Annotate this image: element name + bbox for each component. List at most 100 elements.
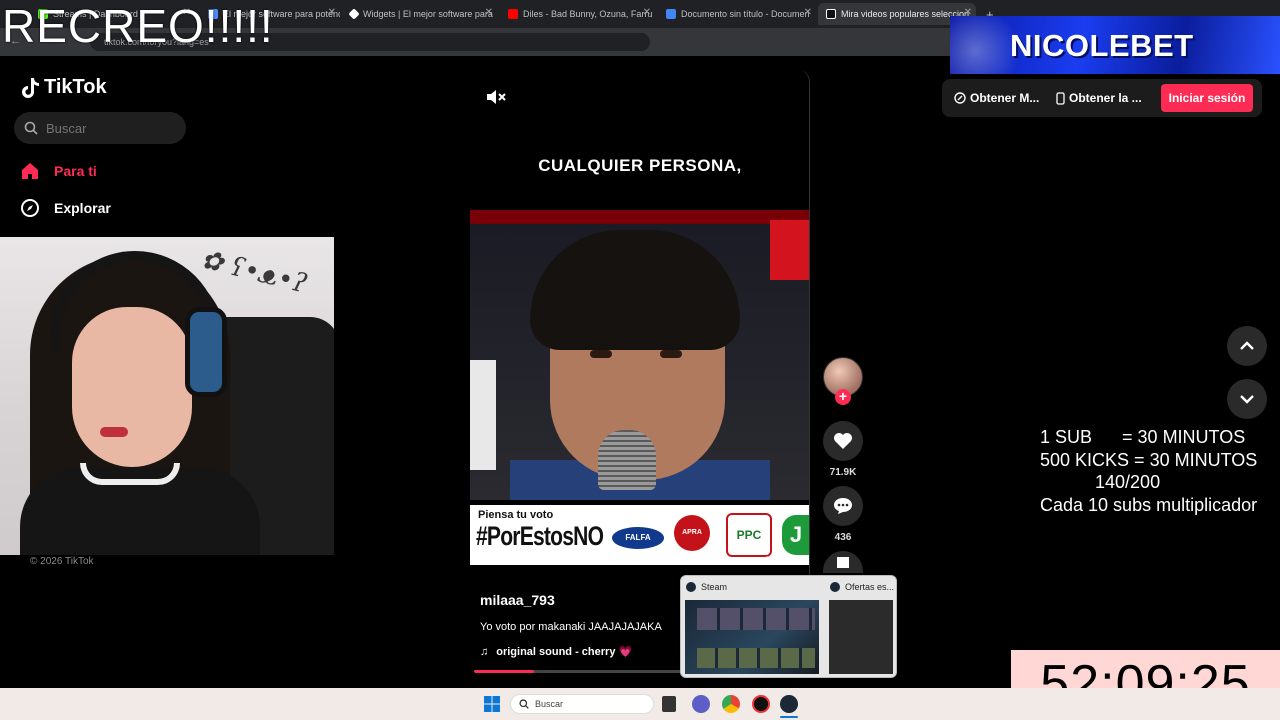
video-sound[interactable]: ♫ original sound - cherry 💗 [480, 645, 633, 659]
comment-button[interactable] [823, 486, 863, 526]
webcam-feed: ✿ ʕ•ᴥ•ʔ [0, 237, 334, 555]
follow-plus-icon[interactable]: + [835, 389, 851, 405]
coin-icon [954, 92, 966, 104]
tab-favicon-icon [348, 8, 360, 20]
get-coins-label: Obtener M... [970, 91, 1040, 105]
video-banner: Piensa tu voto #PorEstosNO FALFA APRA PP… [470, 505, 809, 565]
frame-background [470, 360, 496, 470]
tiktok-wordmark: TikTok [44, 76, 107, 98]
phone-icon [1056, 91, 1065, 105]
sidebar-item-label: Explorar [54, 200, 111, 216]
bookmark-button[interactable] [823, 551, 863, 573]
tiktok-logo[interactable]: TikTok [20, 76, 107, 99]
tab-favicon-icon [826, 9, 836, 19]
comment-icon [834, 498, 852, 514]
speaker-muted-icon [487, 90, 506, 104]
tab-title: Documento sin título - Documen [681, 9, 810, 19]
video-caption: CUALQUIER PERSONA, [538, 156, 742, 175]
obs-icon[interactable] [752, 695, 770, 713]
sponsor-banner: NICOLEBET [950, 16, 1280, 74]
goal-line: Cada 10 subs multiplicador [1040, 494, 1258, 515]
goal-line: 140/200 [1040, 472, 1161, 492]
goal-line: 1 SUB = 30 MINUTOS [1040, 427, 1246, 447]
chevron-up-icon [1240, 341, 1254, 350]
sponsor-text: NICOLEBET [1010, 28, 1194, 63]
comment-count: 436 [834, 532, 852, 543]
tiktok-search[interactable] [14, 112, 186, 144]
steam-icon[interactable] [780, 695, 798, 713]
steam-window-title[interactable]: Ofertas es... [830, 582, 894, 592]
previous-video-button[interactable] [1227, 326, 1267, 366]
copyright-text: © 2026 TikTok [30, 556, 94, 567]
like-button[interactable] [823, 421, 863, 461]
next-video-button[interactable] [1227, 379, 1267, 419]
heart-icon [834, 433, 852, 449]
steam-icon [686, 582, 696, 592]
tab-close-icon[interactable]: ✕ [804, 7, 812, 18]
streamer-lips [100, 427, 128, 437]
person-hair [530, 230, 740, 350]
wall-decoration: ✿ ʕ•ᴥ•ʔ [197, 244, 310, 300]
video-author[interactable]: milaaa_793 [480, 592, 555, 608]
thumbnail-grid [697, 648, 815, 668]
sidebar-item-foryou[interactable]: Para ti [20, 161, 97, 181]
subathon-goals: 1 SUB = 30 MINUTOS 500 KICKS = 30 MINUTO… [1040, 426, 1280, 516]
steam-window-title[interactable]: Steam [686, 582, 727, 592]
banner-hashtag: #PorEstosNO [476, 521, 604, 551]
party-logo-j: J [782, 515, 809, 555]
browser-tab[interactable]: Widgets | El mejor software para ✕ [342, 3, 497, 25]
goal-line: 500 KICKS = 30 MINUTOS [1040, 449, 1258, 470]
browser-tab[interactable]: Diles - Bad Bunny, Ozuna, Farru ✕ [500, 3, 655, 25]
chat-app-icon[interactable] [692, 695, 710, 713]
get-app-button[interactable]: Obtener la ... [1056, 91, 1142, 105]
browser-tab[interactable]: Documento sin título - Documen ✕ [658, 3, 816, 25]
sound-title: original sound - cherry 💗 [496, 646, 633, 658]
sidebar-item-explore[interactable]: Explorar [20, 198, 111, 218]
mute-button[interactable] [486, 88, 508, 111]
taskbar-search-label: Buscar [535, 699, 564, 709]
frame-background [770, 220, 809, 280]
microphone-icon [598, 430, 656, 490]
task-view-icon[interactable] [662, 696, 676, 712]
taskbar-search[interactable]: Buscar [510, 694, 654, 714]
thumbnail-grid [697, 608, 815, 630]
video-description: Yo voto por makanaki JAAJAJAJAKA [480, 621, 662, 633]
tab-close-icon[interactable]: ✕ [485, 7, 493, 18]
steam-icon [830, 582, 840, 592]
video-frame [470, 210, 809, 500]
chevron-down-icon [1240, 395, 1254, 404]
steam-window-thumbnail[interactable] [685, 600, 819, 674]
active-app-indicator [780, 716, 798, 718]
shirt-collar [80, 463, 180, 485]
stream-overlay-title: RECREO!!!!! [2, 0, 274, 52]
windows-start-icon[interactable] [483, 695, 501, 713]
person-eye [590, 350, 612, 358]
compass-icon [21, 199, 39, 217]
home-icon [22, 163, 38, 179]
login-button[interactable]: Iniciar sesión [1161, 84, 1253, 112]
tab-close-icon[interactable]: ✕ [328, 7, 336, 18]
tiktok-note-icon [22, 77, 39, 98]
person-eye [660, 350, 682, 358]
search-icon [519, 699, 529, 709]
sidebar-item-label: Para ti [54, 163, 97, 179]
steam-taskbar-preview: Steam Ofertas es... [680, 575, 897, 678]
party-logo-ppc: PPC [726, 513, 772, 557]
tab-favicon-icon [508, 9, 518, 19]
chrome-icon[interactable] [722, 695, 740, 713]
like-count: 71.9K [829, 467, 857, 478]
bookmark-icon [837, 557, 849, 568]
headset-icon [185, 307, 227, 397]
steam-window-thumbnail[interactable] [829, 600, 893, 674]
tab-title: Diles - Bad Bunny, Ozuna, Farru [523, 9, 653, 19]
steam-window-label: Ofertas es... [845, 582, 895, 592]
windows-taskbar: Buscar [0, 688, 1280, 720]
tab-title: Widgets | El mejor software para [363, 9, 493, 19]
search-icon [24, 121, 38, 135]
tab-favicon-icon [666, 9, 676, 19]
get-coins-button[interactable]: Obtener M... [954, 91, 1039, 105]
tab-close-icon[interactable]: ✕ [643, 7, 651, 18]
steam-window-label: Steam [701, 582, 728, 592]
music-note-icon: ♫ [480, 645, 489, 658]
search-input[interactable] [46, 120, 166, 136]
